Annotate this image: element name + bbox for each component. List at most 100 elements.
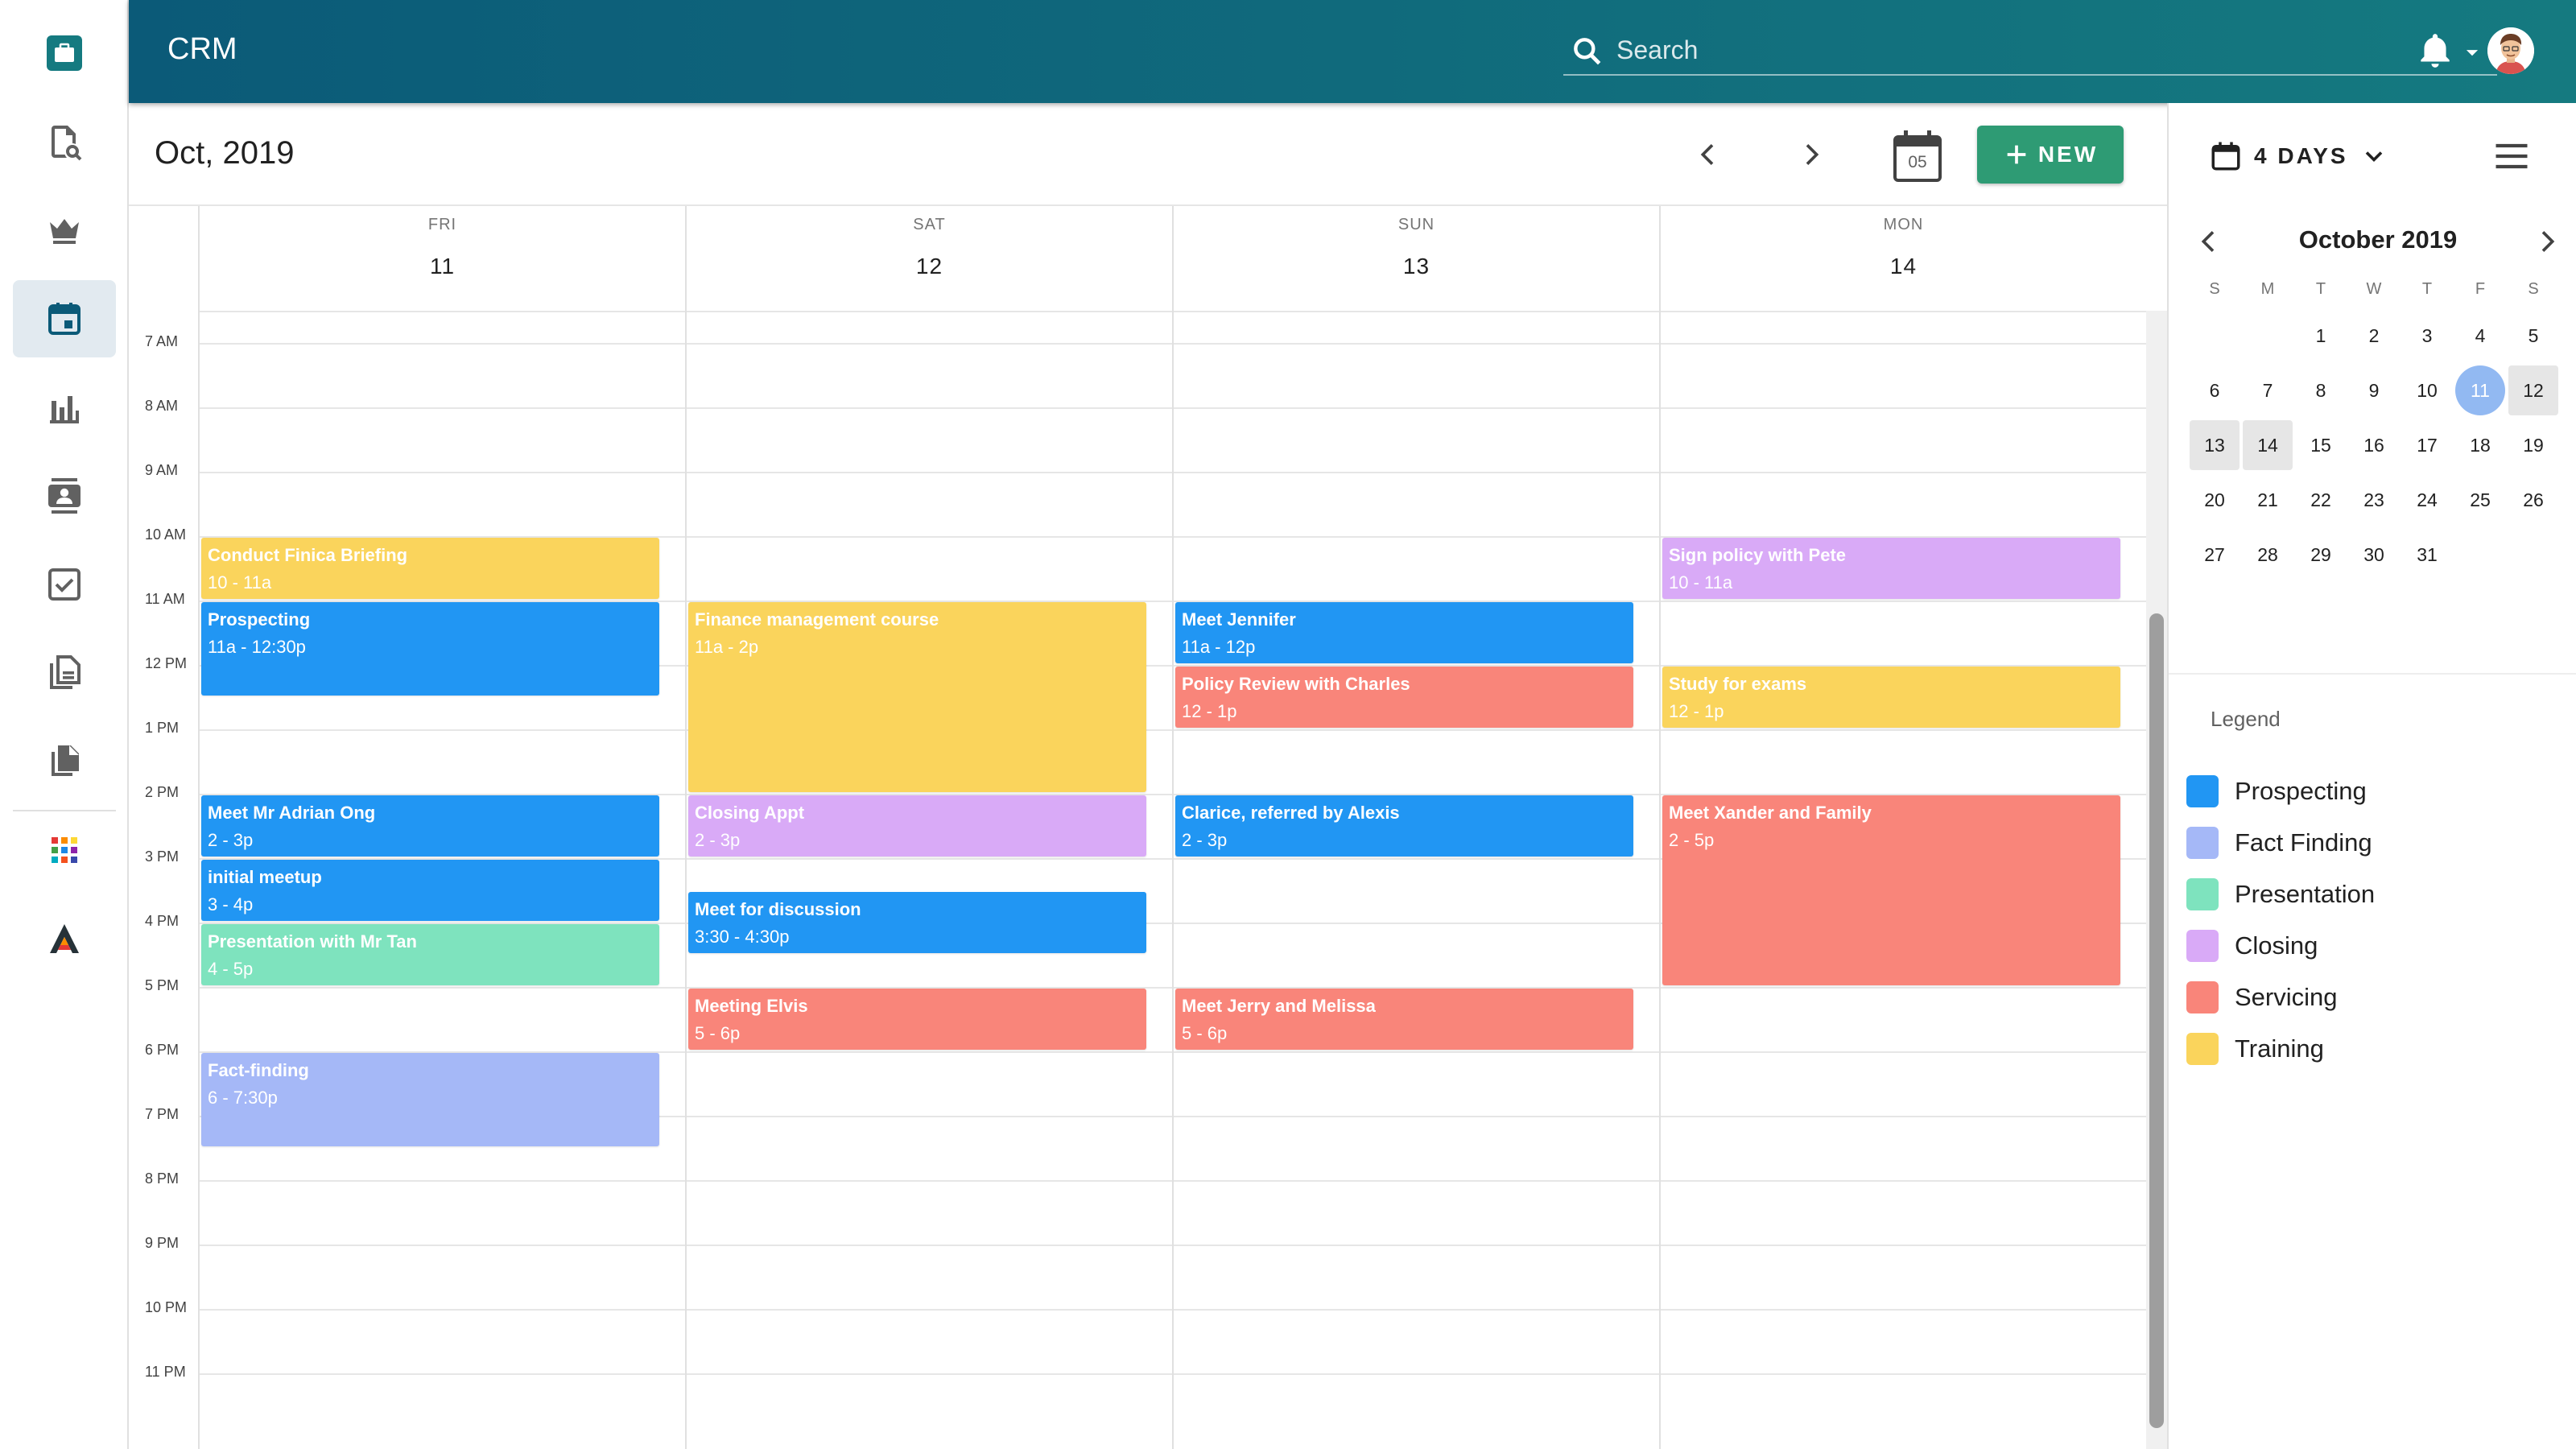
calendar-event[interactable]: Meet Jennifer 11a - 12p bbox=[1175, 602, 1633, 663]
nav-reports-button[interactable] bbox=[13, 369, 116, 446]
calendar-event[interactable]: initial meetup 3 - 4p bbox=[201, 860, 659, 921]
mini-calendar-day[interactable]: 11 bbox=[2455, 365, 2505, 415]
chevron-right-icon bbox=[1806, 144, 1819, 165]
mini-calendar-day[interactable]: 5 bbox=[2508, 311, 2558, 361]
mini-calendar-day[interactable]: 7 bbox=[2243, 365, 2293, 415]
mini-calendar-day[interactable]: 1 bbox=[2296, 311, 2346, 361]
previous-period-button[interactable] bbox=[1682, 129, 1734, 180]
calendar-event[interactable]: Study for exams 12 - 1p bbox=[1662, 667, 2120, 728]
nav-apps-button[interactable] bbox=[13, 811, 116, 889]
avatar-icon bbox=[2487, 27, 2534, 74]
mini-calendar-day[interactable]: 4 bbox=[2455, 311, 2505, 361]
new-event-label: NEW bbox=[2037, 142, 2099, 167]
nav-premium-button[interactable] bbox=[13, 192, 116, 269]
event-title: Meet Xander and Family bbox=[1669, 803, 1872, 823]
mini-calendar-next-icon[interactable] bbox=[2531, 225, 2563, 258]
calendar-event[interactable]: Meet for discussion 3:30 - 4:30p bbox=[688, 892, 1146, 953]
nav-calendar-button[interactable] bbox=[13, 280, 116, 357]
hour-label: 7 AM bbox=[145, 333, 179, 349]
mini-calendar-day[interactable]: 2 bbox=[2349, 311, 2399, 361]
next-period-button[interactable] bbox=[1785, 129, 1837, 180]
mini-calendar-day[interactable]: 28 bbox=[2243, 530, 2293, 580]
event-title: Meet Jennifer bbox=[1182, 609, 1296, 630]
user-avatar[interactable] bbox=[2487, 27, 2534, 74]
crown-icon bbox=[50, 219, 79, 244]
event-title: Presentation with Mr Tan bbox=[208, 931, 417, 952]
mini-calendar-day[interactable]: 20 bbox=[2190, 475, 2240, 525]
go-to-today-button[interactable]: 05 bbox=[1887, 126, 1948, 187]
mini-calendar-day[interactable]: 15 bbox=[2296, 420, 2346, 470]
search-box[interactable] bbox=[1563, 29, 2497, 76]
calendar-event[interactable]: Fact-finding 6 - 7:30p bbox=[201, 1053, 659, 1146]
mini-calendar-day[interactable]: 21 bbox=[2243, 475, 2293, 525]
calendar-event[interactable]: Presentation with Mr Tan 4 - 5p bbox=[201, 924, 659, 985]
calendar-event[interactable]: Meet Jerry and Melissa 5 - 6p bbox=[1175, 989, 1633, 1050]
calendar-event[interactable]: Closing Appt 2 - 3p bbox=[688, 795, 1146, 857]
nav-policies-button[interactable] bbox=[13, 103, 116, 180]
mini-calendar-day[interactable]: 9 bbox=[2349, 365, 2399, 415]
side-navigation bbox=[0, 0, 129, 1449]
calendar-event[interactable]: Meet Xander and Family 2 - 5p bbox=[1662, 795, 2120, 985]
event-time: 6 - 7:30p bbox=[208, 1088, 278, 1108]
mini-calendar-day[interactable]: 22 bbox=[2296, 475, 2346, 525]
nav-contacts-button[interactable] bbox=[13, 457, 116, 535]
mini-calendar-day[interactable]: 13 bbox=[2190, 420, 2240, 470]
day-column-divider bbox=[685, 311, 687, 1449]
mini-calendar-prev-icon[interactable] bbox=[2193, 225, 2225, 258]
nav-tasks-button[interactable] bbox=[13, 546, 116, 623]
chevron-down-icon[interactable] bbox=[2458, 39, 2486, 66]
calendar-event[interactable]: Prospecting 11a - 12:30p bbox=[201, 602, 659, 696]
calendar-event[interactable]: Conduct Finica Briefing 10 - 11a bbox=[201, 538, 659, 599]
mini-calendar-day[interactable]: 10 bbox=[2402, 365, 2452, 415]
mini-calendar-day[interactable]: 29 bbox=[2296, 530, 2346, 580]
mini-calendar-day[interactable]: 8 bbox=[2296, 365, 2346, 415]
day-header-monday[interactable]: MON 14 bbox=[1659, 206, 2146, 311]
calendar-event[interactable]: Meeting Elvis 5 - 6p bbox=[688, 989, 1146, 1050]
mini-calendar-day[interactable]: 19 bbox=[2508, 420, 2558, 470]
nav-home-button[interactable] bbox=[13, 14, 116, 92]
mini-calendar-day[interactable]: 14 bbox=[2243, 420, 2293, 470]
calendar-event[interactable]: Finance management course 11a - 2p bbox=[688, 602, 1146, 792]
calendar-event[interactable]: Policy Review with Charles 12 - 1p bbox=[1175, 667, 1633, 728]
hamburger-menu-icon[interactable] bbox=[2491, 135, 2533, 177]
mini-calendar-day[interactable]: 3 bbox=[2402, 311, 2452, 361]
legend-divider bbox=[2169, 673, 2576, 675]
mini-calendar-day[interactable]: 31 bbox=[2402, 530, 2452, 580]
legend-label: Servicing bbox=[2235, 983, 2338, 1011]
day-header-saturday[interactable]: SAT 12 bbox=[685, 206, 1172, 311]
legend-item: Training bbox=[2186, 1030, 2324, 1067]
notification-bell-icon[interactable] bbox=[2415, 31, 2455, 71]
day-number-label: 14 bbox=[1889, 254, 1918, 279]
mini-calendar-day[interactable]: 17 bbox=[2402, 420, 2452, 470]
calendar-event[interactable]: Sign policy with Pete 10 - 11a bbox=[1662, 538, 2120, 599]
event-time: 11a - 12:30p bbox=[208, 637, 306, 657]
search-input[interactable] bbox=[1616, 32, 2341, 68]
hour-label: 12 PM bbox=[145, 655, 188, 671]
view-range-selector[interactable]: 4 DAYS bbox=[2209, 137, 2388, 175]
mini-calendar-day[interactable]: 25 bbox=[2455, 475, 2505, 525]
event-title: Conduct Finica Briefing bbox=[208, 545, 408, 565]
calendar-event[interactable]: Meet Mr Adrian Ong 2 - 3p bbox=[201, 795, 659, 857]
legend-swatch bbox=[2186, 827, 2219, 859]
mini-calendar-day[interactable]: 27 bbox=[2190, 530, 2240, 580]
day-header-sunday[interactable]: SUN 13 bbox=[1172, 206, 1659, 311]
hour-label: 10 AM bbox=[145, 526, 187, 543]
grid-scrollbar[interactable] bbox=[2146, 311, 2167, 1449]
mini-calendar-day[interactable]: 12 bbox=[2508, 365, 2558, 415]
new-event-button[interactable]: NEW bbox=[1977, 126, 2124, 184]
mini-calendar-day[interactable]: 23 bbox=[2349, 475, 2399, 525]
mini-calendar-day[interactable]: 24 bbox=[2402, 475, 2452, 525]
mini-calendar-day[interactable]: 18 bbox=[2455, 420, 2505, 470]
nav-brand-button[interactable] bbox=[13, 900, 116, 977]
time-grid[interactable]: 7 AM 8 AM 9 AM 10 AM 11 AM 12 PM 1 PM 2 PM 3 PM 4… bbox=[129, 311, 2148, 1449]
mini-calendar-day[interactable]: 30 bbox=[2349, 530, 2399, 580]
nav-files-button[interactable] bbox=[13, 723, 116, 800]
brand-logo-icon bbox=[50, 924, 79, 953]
mini-calendar-day[interactable]: 26 bbox=[2508, 475, 2558, 525]
scrollbar-thumb[interactable] bbox=[2149, 613, 2164, 1428]
nav-documents-button[interactable] bbox=[13, 634, 116, 712]
calendar-event[interactable]: Clarice, referred by Alexis 2 - 3p bbox=[1175, 795, 1633, 857]
day-header-friday[interactable]: FRI 11 bbox=[198, 206, 685, 311]
mini-calendar-day[interactable]: 6 bbox=[2190, 365, 2240, 415]
mini-calendar-day[interactable]: 16 bbox=[2349, 420, 2399, 470]
